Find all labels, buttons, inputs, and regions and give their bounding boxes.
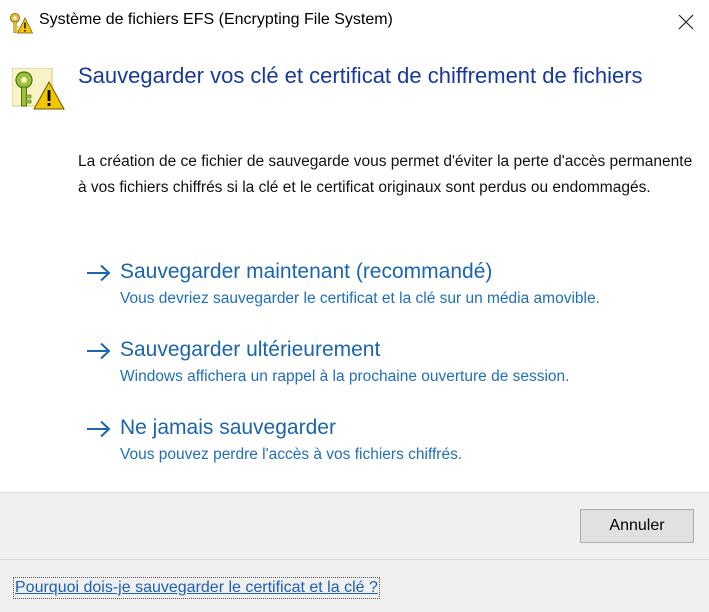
key-warning-icon [11, 67, 66, 110]
help-link[interactable]: Pourquoi dois-je sauvegarder le certific… [13, 577, 380, 599]
close-button[interactable] [662, 0, 709, 44]
dialog-footer: Annuler Pourquoi dois-je sauvegarder le … [0, 492, 709, 612]
description-text: La création de ce fichier de sauvegarde … [78, 153, 693, 196]
option-description: Vous pouvez perdre l'accès à vos fichier… [120, 446, 463, 463]
close-icon [678, 14, 693, 30]
arrow-right-icon [86, 420, 112, 438]
option-title: Ne jamais sauvegarder [120, 416, 336, 439]
option-description: Vous devriez sauvegarder le certificat e… [120, 290, 600, 307]
option-title: Sauvegarder ultérieurement [120, 338, 381, 361]
option-title: Sauvegarder maintenant (recommandé) [120, 260, 493, 283]
option-description: Windows affichera un rappel à la prochai… [120, 368, 570, 385]
never-backup-option[interactable]: Ne jamais sauvegarder Vous pouvez perdre… [86, 414, 686, 470]
efs-dialog: Système de fichiers EFS (Encrypting File… [0, 0, 709, 612]
key-warning-icon [9, 12, 34, 34]
backup-later-option[interactable]: Sauvegarder ultérieurement Windows affic… [86, 336, 686, 392]
title-bar: Système de fichiers EFS (Encrypting File… [0, 0, 709, 44]
arrow-right-icon [86, 264, 112, 282]
divider [0, 559, 709, 560]
arrow-right-icon [86, 342, 112, 360]
backup-now-option[interactable]: Sauvegarder maintenant (recommandé) Vous… [86, 258, 686, 314]
window-title: Système de fichiers EFS (Encrypting File… [39, 11, 393, 28]
cancel-button[interactable]: Annuler [580, 509, 694, 543]
page-title: Sauvegarder vos clé et certificat de chi… [78, 63, 643, 88]
